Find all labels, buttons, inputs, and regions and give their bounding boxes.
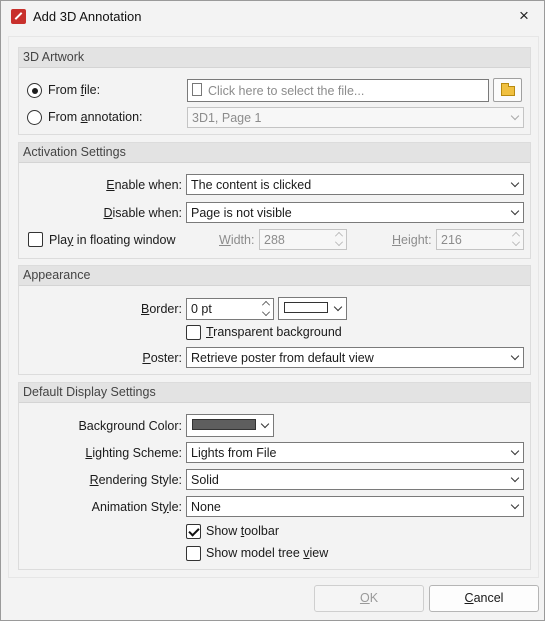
poster-value: Retrieve poster from default view: [191, 351, 374, 365]
animation-style-value: None: [191, 500, 221, 514]
enable-when-select[interactable]: The content is clicked: [186, 174, 524, 195]
show-toolbar-checkbox[interactable]: [186, 524, 201, 539]
rendering-style-value: Solid: [191, 473, 219, 487]
chevron-down-icon: [510, 500, 520, 510]
document-icon: [192, 83, 202, 96]
chevron-down-icon: [260, 419, 270, 429]
border-label: Border:: [141, 302, 182, 316]
appearance-heading: Appearance: [23, 268, 91, 282]
from-file-label[interactable]: From file:: [48, 83, 100, 97]
chevron-down-icon: [510, 351, 520, 361]
width-label: Width:: [219, 233, 255, 247]
dialog-window: Add 3D Annotation × 3D Artwork From file…: [0, 0, 545, 621]
poster-label: Poster:: [142, 351, 182, 365]
chevron-down-icon: [510, 178, 520, 188]
chevron-down-icon: [333, 302, 343, 312]
folder-icon: [501, 83, 515, 96]
spin-down-icon[interactable]: [512, 238, 520, 246]
artwork-group-header: 3D Artwork: [19, 48, 530, 68]
background-color-picker[interactable]: [186, 414, 274, 437]
height-label: Height:: [392, 233, 432, 247]
annotation-value: 3D1, Page 1: [192, 111, 262, 125]
display-heading: Default Display Settings: [23, 385, 156, 399]
disable-when-label: Disable when:: [103, 206, 182, 220]
disable-when-value: Page is not visible: [191, 206, 292, 220]
dialog-title: Add 3D Annotation: [33, 9, 142, 24]
transparent-background-checkbox[interactable]: [186, 325, 201, 340]
enable-when-value: The content is clicked: [191, 178, 312, 192]
height-value: 216: [441, 233, 462, 247]
title-bar: Add 3D Annotation ×: [1, 1, 544, 33]
from-annotation-radio[interactable]: [27, 110, 42, 125]
rendering-style-select[interactable]: Solid: [186, 469, 524, 490]
lighting-scheme-label: Lighting Scheme:: [85, 446, 182, 460]
border-width-value: 0 pt: [191, 302, 212, 316]
ok-button[interactable]: OK: [314, 585, 424, 612]
chevron-down-icon: [510, 446, 520, 456]
annotation-select[interactable]: 3D1, Page 1: [187, 107, 524, 128]
display-group-header: Default Display Settings: [19, 383, 530, 403]
floating-window-checkbox[interactable]: [28, 232, 43, 247]
close-icon[interactable]: ×: [513, 5, 535, 27]
activation-group-header: Activation Settings: [19, 143, 530, 163]
appearance-group: Appearance Border: 0 pt Transparent back…: [18, 265, 531, 375]
show-toolbar-label[interactable]: Show toolbar: [206, 524, 279, 538]
background-color-label: Background Color:: [78, 419, 182, 433]
display-group: Default Display Settings Background Colo…: [18, 382, 531, 570]
file-path-field[interactable]: Click here to select the file...: [187, 79, 489, 102]
chevron-down-icon: [510, 206, 520, 216]
border-color-swatch: [284, 302, 328, 313]
artwork-group: 3D Artwork From file: Click here to sele…: [18, 47, 531, 135]
disable-when-select[interactable]: Page is not visible: [186, 202, 524, 223]
chevron-down-icon: [510, 111, 520, 121]
dialog-content: 3D Artwork From file: Click here to sele…: [8, 36, 539, 578]
show-model-tree-label[interactable]: Show model tree view: [206, 546, 328, 560]
height-stepper[interactable]: 216: [436, 229, 524, 250]
from-file-radio[interactable]: [27, 83, 42, 98]
transparent-background-label[interactable]: Transparent background: [206, 325, 342, 339]
border-width-stepper[interactable]: 0 pt: [186, 298, 274, 320]
activation-group: Activation Settings Enable when: The con…: [18, 142, 531, 259]
activation-heading: Activation Settings: [23, 145, 126, 159]
appearance-group-header: Appearance: [19, 266, 530, 286]
lighting-scheme-select[interactable]: Lights from File: [186, 442, 524, 463]
cancel-button[interactable]: Cancel: [429, 585, 539, 612]
width-stepper[interactable]: 288: [259, 229, 347, 250]
artwork-heading: 3D Artwork: [23, 50, 85, 64]
border-color-picker[interactable]: [278, 297, 347, 320]
file-placeholder: Click here to select the file...: [208, 84, 365, 98]
app-logo-icon: [11, 9, 26, 24]
rendering-style-label: Rendering Style:: [89, 473, 182, 487]
spin-down-icon[interactable]: [262, 308, 270, 316]
animation-style-select[interactable]: None: [186, 496, 524, 517]
background-color-swatch: [192, 419, 256, 430]
show-model-tree-checkbox[interactable]: [186, 546, 201, 561]
enable-when-label: Enable when:: [106, 178, 182, 192]
animation-style-label: Animation Style:: [91, 500, 182, 514]
floating-window-label[interactable]: Play in floating window: [49, 233, 175, 247]
width-value: 288: [264, 233, 285, 247]
poster-select[interactable]: Retrieve poster from default view: [186, 347, 524, 368]
lighting-scheme-value: Lights from File: [191, 446, 277, 460]
chevron-down-icon: [510, 473, 520, 483]
spin-down-icon[interactable]: [335, 238, 343, 246]
browse-file-button[interactable]: [493, 78, 522, 102]
from-annotation-label[interactable]: From annotation:: [48, 110, 143, 124]
